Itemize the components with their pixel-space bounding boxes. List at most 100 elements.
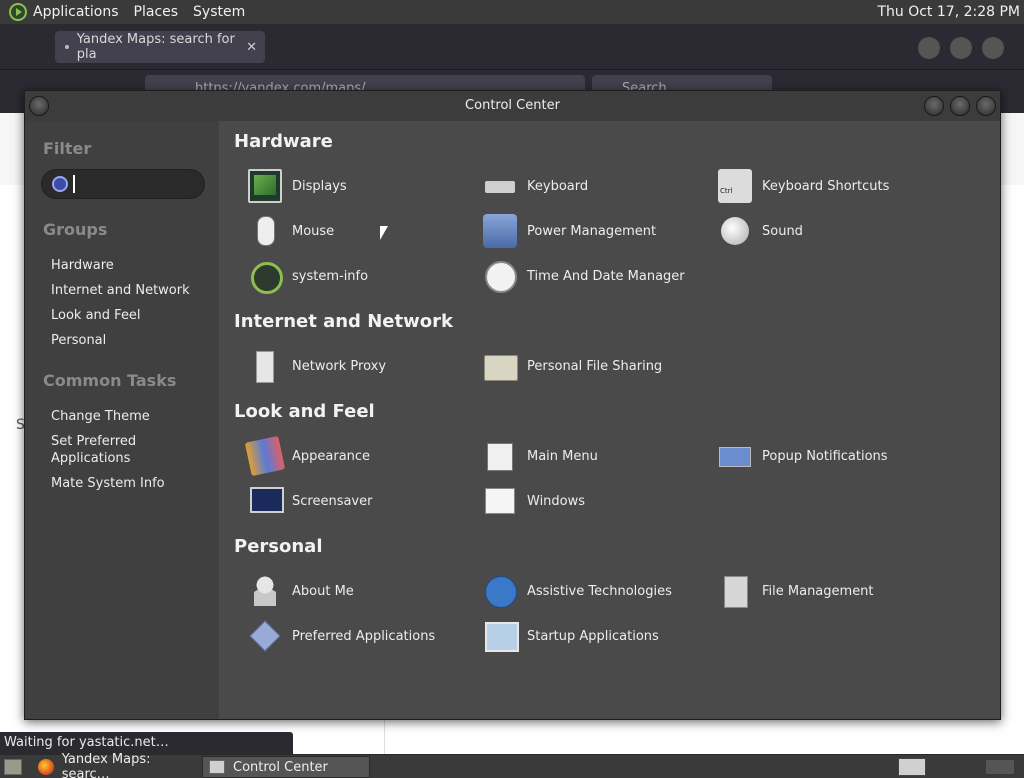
browser-status-bar: Waiting for yastatic.net… [0, 732, 293, 754]
search-icon [52, 176, 68, 192]
taskbar-item-label: Control Center [233, 759, 328, 775]
item-label: Power Management [527, 223, 657, 239]
browser-close-button[interactable] [982, 37, 1004, 59]
control-center-window: Control Center Filter Groups Hardware In… [24, 90, 1001, 720]
item-file-management[interactable]: File Management [718, 573, 874, 609]
keyboard-icon [483, 169, 517, 203]
item-label: Network Proxy [292, 358, 387, 374]
network-proxy-icon [248, 349, 282, 383]
item-personal-file-sharing[interactable]: Personal File Sharing [483, 348, 662, 384]
browser-maximize-button[interactable] [950, 37, 972, 59]
screensaver-icon [248, 484, 284, 518]
tab-close-icon[interactable]: ✕ [246, 40, 257, 55]
item-label: Appearance [292, 448, 371, 464]
item-windows[interactable]: Windows [483, 483, 585, 519]
show-desktop-icon[interactable] [4, 759, 22, 775]
browser-minimize-button[interactable] [918, 37, 940, 59]
item-power-management[interactable]: Power Management [483, 213, 656, 249]
item-screensaver[interactable]: Screensaver [248, 483, 372, 519]
section-title-internet-network: Internet and Network [234, 311, 453, 332]
folder-share-icon [483, 349, 518, 383]
group-link-hardware[interactable]: Hardware [51, 257, 211, 274]
item-preferred-applications[interactable]: Preferred Applications [248, 618, 435, 654]
item-label: About Me [292, 583, 354, 599]
popup-icon [718, 439, 752, 473]
close-button[interactable] [976, 96, 996, 116]
clock[interactable]: Thu Oct 17, 2:28 PM [877, 4, 1020, 20]
clock-icon [483, 259, 517, 293]
item-keyboard[interactable]: Keyboard [483, 168, 588, 204]
minimize-button[interactable] [924, 96, 944, 116]
top-panel: Applications Places System Thu Oct 17, 2… [0, 0, 1024, 25]
power-icon [483, 214, 517, 248]
group-link-internet-network[interactable]: Internet and Network [51, 282, 211, 299]
window-title: Control Center [465, 98, 560, 113]
startup-icon [483, 619, 519, 653]
task-mate-system-info[interactable]: Mate System Info [51, 475, 211, 492]
item-label: Keyboard [527, 178, 589, 194]
filter-heading: Filter [43, 139, 92, 158]
browser-tab[interactable]: Yandex Maps: search for pla ✕ [55, 31, 265, 63]
about-me-icon [248, 574, 282, 608]
item-label: Startup Applications [527, 628, 659, 644]
item-label: Windows [527, 493, 586, 509]
assistive-icon [483, 574, 517, 608]
item-label: Mouse [292, 223, 335, 239]
filter-input[interactable] [41, 169, 205, 199]
item-label: Preferred Applications [292, 628, 436, 644]
taskbar-item-control-center[interactable]: Control Center [202, 756, 370, 778]
item-system-info[interactable]: system-info [248, 258, 368, 294]
mouse-icon [248, 214, 282, 248]
item-time-date[interactable]: Time And Date Manager [483, 258, 685, 294]
item-main-menu[interactable]: Main Menu [483, 438, 598, 474]
tray-icon[interactable] [986, 760, 1014, 774]
display-icon [248, 169, 282, 203]
file-management-icon [718, 574, 752, 608]
item-label: Sound [762, 223, 803, 239]
sidebar: Filter Groups Hardware Internet and Netw… [25, 121, 219, 719]
item-label: Keyboard Shortcuts [762, 178, 890, 194]
system-menu[interactable]: System [193, 4, 245, 20]
main-panel: Hardware Displays Keyboard Keyboard Shor… [220, 121, 1000, 719]
taskbar-item-label: Yandex Maps: searc… [61, 752, 151, 778]
section-title-look-feel: Look and Feel [234, 401, 375, 422]
task-set-preferred-applications[interactable]: Set Preferred Applications [51, 433, 161, 467]
item-sound[interactable]: Sound [718, 213, 803, 249]
item-label: Personal File Sharing [527, 358, 663, 374]
item-appearance[interactable]: Appearance [244, 435, 371, 477]
maximize-button[interactable] [950, 96, 970, 116]
tab-loading-icon [65, 45, 69, 49]
item-about-me[interactable]: About Me [248, 573, 354, 609]
group-link-look-feel[interactable]: Look and Feel [51, 307, 211, 324]
groups-heading: Groups [43, 220, 108, 239]
task-change-theme[interactable]: Change Theme [51, 408, 211, 425]
browser-tabbar: Yandex Maps: search for pla ✕ [0, 25, 1024, 69]
taskbar-item-browser[interactable]: Yandex Maps: searc… [32, 752, 200, 778]
item-mouse[interactable]: Mouse [248, 213, 334, 249]
text-caret [73, 175, 75, 193]
item-displays[interactable]: Displays [248, 168, 347, 204]
item-popup-notifications[interactable]: Popup Notifications [718, 438, 888, 474]
item-label: Assistive Technologies [527, 583, 672, 599]
section-title-personal: Personal [234, 536, 323, 557]
item-startup-applications[interactable]: Startup Applications [483, 618, 659, 654]
common-tasks-heading: Common Tasks [43, 371, 177, 390]
appearance-icon [244, 435, 286, 477]
item-network-proxy[interactable]: Network Proxy [248, 348, 386, 384]
mate-logo-icon[interactable] [9, 3, 27, 21]
item-label: Displays [292, 178, 347, 194]
window-menu-button[interactable] [29, 96, 49, 116]
bottom-taskbar: Yandex Maps: searc… Control Center [0, 752, 1024, 778]
titlebar[interactable]: Control Center [25, 91, 1000, 121]
item-label: Time And Date Manager [527, 268, 685, 284]
item-keyboard-shortcuts[interactable]: Keyboard Shortcuts [718, 168, 889, 204]
system-info-icon [248, 259, 283, 294]
main-menu-icon [483, 439, 517, 473]
places-menu[interactable]: Places [134, 4, 179, 20]
item-assistive-technologies[interactable]: Assistive Technologies [483, 573, 672, 609]
applications-menu[interactable]: Applications [33, 4, 119, 20]
workspace-switcher-icon[interactable] [898, 758, 926, 776]
control-center-icon [209, 760, 225, 774]
group-link-personal[interactable]: Personal [51, 332, 211, 349]
mouse-cursor-icon [380, 226, 388, 240]
